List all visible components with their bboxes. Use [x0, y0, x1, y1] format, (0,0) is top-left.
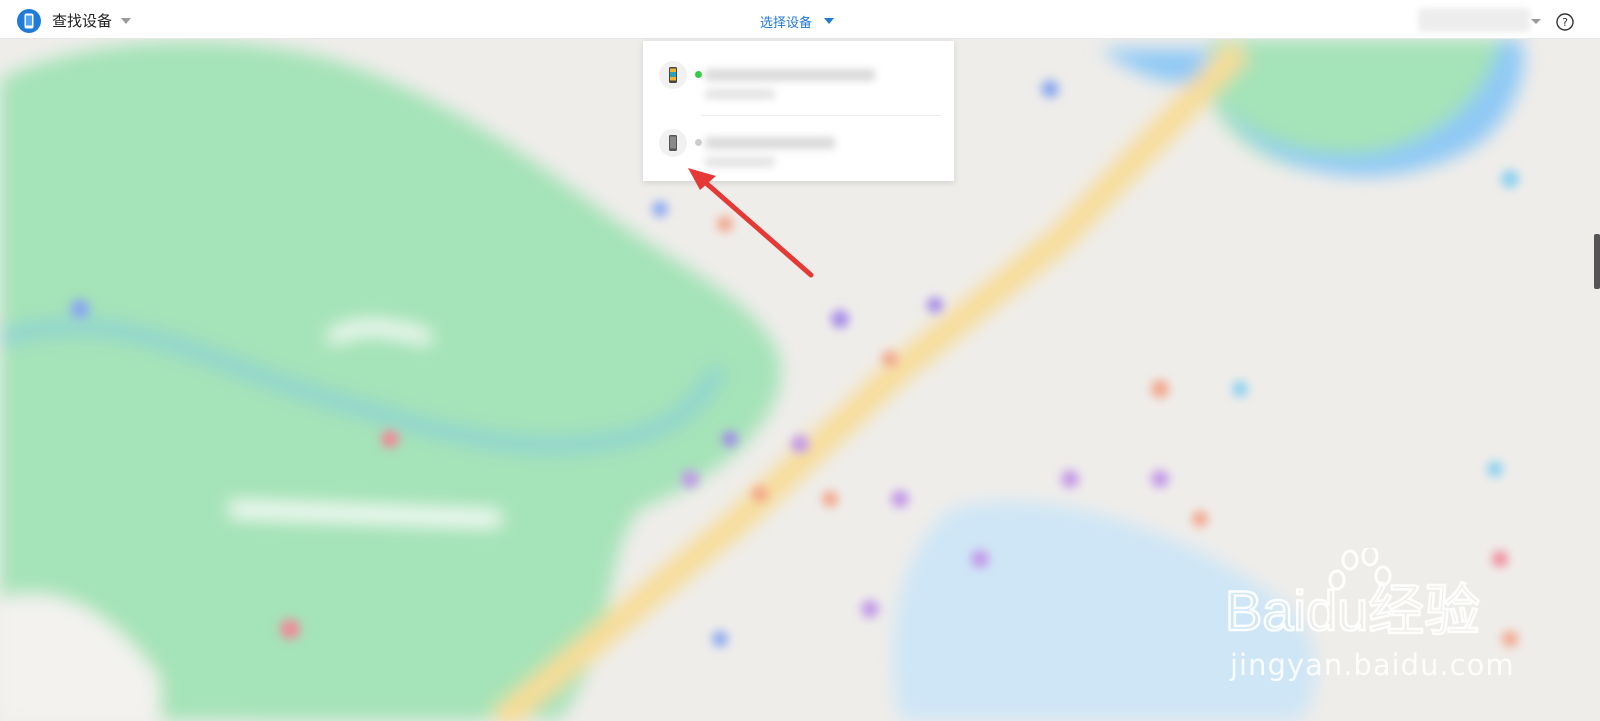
map-side-control — [1594, 234, 1600, 289]
device-avatar — [659, 61, 687, 89]
device-name-blurred — [705, 137, 835, 149]
device-status-blurred — [705, 89, 775, 99]
device-online-status-dot — [695, 71, 702, 78]
svg-text:?: ? — [1562, 16, 1568, 29]
app-menu-chevron-down-icon[interactable] — [121, 18, 131, 24]
account-chevron-down-icon[interactable] — [1531, 19, 1541, 24]
svg-text:Baidu经验: Baidu经验 — [1225, 579, 1480, 642]
smartphone-color-icon — [669, 67, 677, 83]
device-name-blurred — [705, 69, 875, 81]
help-icon[interactable]: ? — [1556, 13, 1574, 31]
find-device-app-icon[interactable] — [17, 9, 41, 33]
annotation-arrow-icon — [688, 168, 814, 278]
account-name-blurred[interactable] — [1418, 8, 1530, 32]
smartphone-gray-icon — [669, 135, 677, 151]
top-bar: 查找设备 选择设备 ? — [0, 0, 1600, 39]
select-device-chevron-down-icon[interactable] — [824, 18, 834, 24]
watermark-url: jingyan.baidu.com — [1230, 648, 1515, 682]
device-offline-status-dot — [695, 139, 702, 146]
select-device-button[interactable]: 选择设备 — [760, 12, 812, 31]
device-list-item[interactable] — [643, 47, 954, 111]
device-avatar — [659, 129, 687, 157]
app-title[interactable]: 查找设备 — [52, 10, 112, 31]
baidu-watermark-logo: Baidu经验 — [1225, 548, 1481, 643]
